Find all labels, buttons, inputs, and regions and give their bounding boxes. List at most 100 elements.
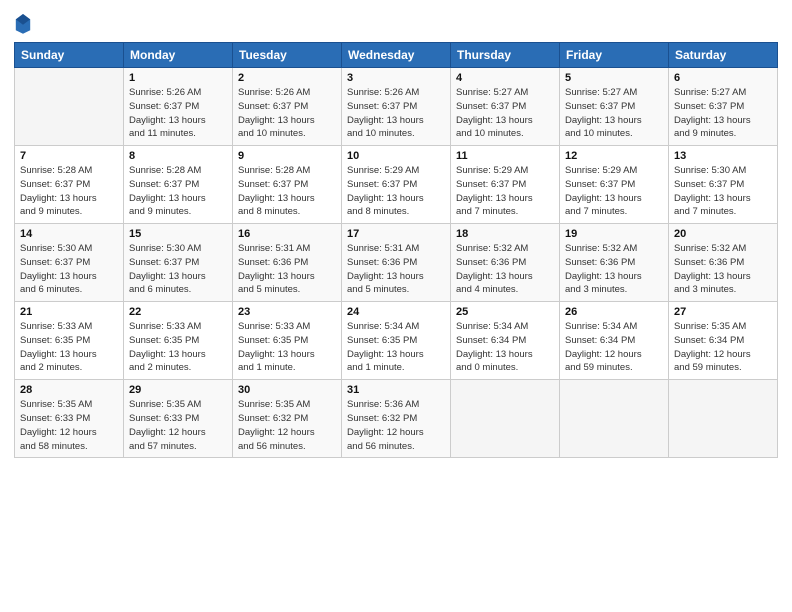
calendar-cell: 3 Sunrise: 5:26 AM Sunset: 6:37 PM Daylig… xyxy=(342,68,451,146)
day-of-week-header: Monday xyxy=(124,43,233,68)
day-number: 23 xyxy=(238,306,336,318)
day-info: Sunrise: 5:30 AM Sunset: 6:37 PM Dayligh… xyxy=(129,242,227,297)
calendar-cell: 21 Sunrise: 5:33 AM Sunset: 6:35 PM Dayli… xyxy=(15,302,124,380)
calendar-cell: 4 Sunrise: 5:27 AM Sunset: 6:37 PM Daylig… xyxy=(451,68,560,146)
calendar-cell: 29 Sunrise: 5:35 AM Sunset: 6:33 PM Dayli… xyxy=(124,380,233,458)
calendar-week-row: 14 Sunrise: 5:30 AM Sunset: 6:37 PM Dayli… xyxy=(15,224,778,302)
day-info: Sunrise: 5:29 AM Sunset: 6:37 PM Dayligh… xyxy=(347,164,445,219)
calendar-header: SundayMondayTuesdayWednesdayThursdayFrid… xyxy=(15,43,778,68)
calendar-cell: 22 Sunrise: 5:33 AM Sunset: 6:35 PM Dayli… xyxy=(124,302,233,380)
calendar-cell: 15 Sunrise: 5:30 AM Sunset: 6:37 PM Dayli… xyxy=(124,224,233,302)
calendar-cell: 13 Sunrise: 5:30 AM Sunset: 6:37 PM Dayli… xyxy=(669,146,778,224)
calendar-cell: 19 Sunrise: 5:32 AM Sunset: 6:36 PM Dayli… xyxy=(560,224,669,302)
day-of-week-header: Tuesday xyxy=(233,43,342,68)
day-info: Sunrise: 5:26 AM Sunset: 6:37 PM Dayligh… xyxy=(129,86,227,141)
day-of-week-header: Thursday xyxy=(451,43,560,68)
calendar-cell: 26Sunrise: 5:34 AM Sunset: 6:34 PM Dayli… xyxy=(560,302,669,380)
day-number: 15 xyxy=(129,228,227,240)
calendar-cell: 17 Sunrise: 5:31 AM Sunset: 6:36 PM Dayli… xyxy=(342,224,451,302)
day-info: Sunrise: 5:30 AM Sunset: 6:37 PM Dayligh… xyxy=(20,242,118,297)
calendar-cell: 24 Sunrise: 5:34 AM Sunset: 6:35 PM Dayli… xyxy=(342,302,451,380)
header xyxy=(14,12,778,34)
day-number: 16 xyxy=(238,228,336,240)
day-number: 25 xyxy=(456,306,554,318)
calendar-cell: 12Sunrise: 5:29 AM Sunset: 6:37 PM Dayli… xyxy=(560,146,669,224)
calendar-cell: 27 Sunrise: 5:35 AM Sunset: 6:34 PM Dayli… xyxy=(669,302,778,380)
calendar-cell: 2Sunrise: 5:26 AM Sunset: 6:37 PM Daylig… xyxy=(233,68,342,146)
calendar-cell: 11 Sunrise: 5:29 AM Sunset: 6:37 PM Dayli… xyxy=(451,146,560,224)
day-info: Sunrise: 5:28 AM Sunset: 6:37 PM Dayligh… xyxy=(20,164,118,219)
day-info: Sunrise: 5:31 AM Sunset: 6:36 PM Dayligh… xyxy=(347,242,445,297)
calendar-week-row: 1 Sunrise: 5:26 AM Sunset: 6:37 PM Daylig… xyxy=(15,68,778,146)
day-info: Sunrise: 5:27 AM Sunset: 6:37 PM Dayligh… xyxy=(565,86,663,141)
day-info: Sunrise: 5:29 AM Sunset: 6:37 PM Dayligh… xyxy=(456,164,554,219)
calendar-cell: 28Sunrise: 5:35 AM Sunset: 6:33 PM Dayli… xyxy=(15,380,124,458)
day-number: 26 xyxy=(565,306,663,318)
day-info: Sunrise: 5:28 AM Sunset: 6:37 PM Dayligh… xyxy=(238,164,336,219)
header-row: SundayMondayTuesdayWednesdayThursdayFrid… xyxy=(15,43,778,68)
day-number: 13 xyxy=(674,150,772,162)
day-info: Sunrise: 5:26 AM Sunset: 6:37 PM Dayligh… xyxy=(238,86,336,141)
calendar-cell: 14 Sunrise: 5:30 AM Sunset: 6:37 PM Dayli… xyxy=(15,224,124,302)
calendar-cell: 20 Sunrise: 5:32 AM Sunset: 6:36 PM Dayli… xyxy=(669,224,778,302)
day-of-week-header: Saturday xyxy=(669,43,778,68)
day-of-week-header: Wednesday xyxy=(342,43,451,68)
calendar-cell: 25 Sunrise: 5:34 AM Sunset: 6:34 PM Dayli… xyxy=(451,302,560,380)
day-number: 8 xyxy=(129,150,227,162)
day-number: 29 xyxy=(129,384,227,396)
calendar-cell: 1 Sunrise: 5:26 AM Sunset: 6:37 PM Daylig… xyxy=(124,68,233,146)
day-info: Sunrise: 5:33 AM Sunset: 6:35 PM Dayligh… xyxy=(129,320,227,375)
day-info: Sunrise: 5:36 AM Sunset: 6:32 PM Dayligh… xyxy=(347,398,445,453)
day-info: Sunrise: 5:27 AM Sunset: 6:37 PM Dayligh… xyxy=(456,86,554,141)
calendar-cell: 16 Sunrise: 5:31 AM Sunset: 6:36 PM Dayli… xyxy=(233,224,342,302)
day-info: Sunrise: 5:31 AM Sunset: 6:36 PM Dayligh… xyxy=(238,242,336,297)
day-number: 20 xyxy=(674,228,772,240)
day-number: 5 xyxy=(565,72,663,84)
day-number: 3 xyxy=(347,72,445,84)
calendar-cell xyxy=(451,380,560,458)
day-info: Sunrise: 5:27 AM Sunset: 6:37 PM Dayligh… xyxy=(674,86,772,141)
day-number: 14 xyxy=(20,228,118,240)
logo xyxy=(14,12,36,34)
day-info: Sunrise: 5:33 AM Sunset: 6:35 PM Dayligh… xyxy=(20,320,118,375)
day-number: 22 xyxy=(129,306,227,318)
day-info: Sunrise: 5:34 AM Sunset: 6:35 PM Dayligh… xyxy=(347,320,445,375)
calendar-week-row: 21 Sunrise: 5:33 AM Sunset: 6:35 PM Dayli… xyxy=(15,302,778,380)
calendar-cell: 31 Sunrise: 5:36 AM Sunset: 6:32 PM Dayli… xyxy=(342,380,451,458)
day-info: Sunrise: 5:29 AM Sunset: 6:37 PM Dayligh… xyxy=(565,164,663,219)
day-number: 19 xyxy=(565,228,663,240)
day-number: 21 xyxy=(20,306,118,318)
calendar-cell xyxy=(669,380,778,458)
day-info: Sunrise: 5:30 AM Sunset: 6:37 PM Dayligh… xyxy=(674,164,772,219)
day-number: 27 xyxy=(674,306,772,318)
calendar-cell xyxy=(15,68,124,146)
day-of-week-header: Friday xyxy=(560,43,669,68)
calendar-cell: 30Sunrise: 5:35 AM Sunset: 6:32 PM Dayli… xyxy=(233,380,342,458)
calendar-cell: 8 Sunrise: 5:28 AM Sunset: 6:37 PM Daylig… xyxy=(124,146,233,224)
day-number: 9 xyxy=(238,150,336,162)
day-number: 17 xyxy=(347,228,445,240)
day-info: Sunrise: 5:34 AM Sunset: 6:34 PM Dayligh… xyxy=(456,320,554,375)
day-number: 24 xyxy=(347,306,445,318)
day-info: Sunrise: 5:32 AM Sunset: 6:36 PM Dayligh… xyxy=(565,242,663,297)
day-info: Sunrise: 5:35 AM Sunset: 6:32 PM Dayligh… xyxy=(238,398,336,453)
calendar-cell: 23 Sunrise: 5:33 AM Sunset: 6:35 PM Dayli… xyxy=(233,302,342,380)
calendar-week-row: 7 Sunrise: 5:28 AM Sunset: 6:37 PM Daylig… xyxy=(15,146,778,224)
day-number: 7 xyxy=(20,150,118,162)
day-info: Sunrise: 5:35 AM Sunset: 6:34 PM Dayligh… xyxy=(674,320,772,375)
calendar-cell: 7 Sunrise: 5:28 AM Sunset: 6:37 PM Daylig… xyxy=(15,146,124,224)
day-number: 1 xyxy=(129,72,227,84)
day-number: 18 xyxy=(456,228,554,240)
day-number: 11 xyxy=(456,150,554,162)
day-number: 10 xyxy=(347,150,445,162)
day-info: Sunrise: 5:26 AM Sunset: 6:37 PM Dayligh… xyxy=(347,86,445,141)
day-info: Sunrise: 5:35 AM Sunset: 6:33 PM Dayligh… xyxy=(20,398,118,453)
day-of-week-header: Sunday xyxy=(15,43,124,68)
day-number: 31 xyxy=(347,384,445,396)
day-info: Sunrise: 5:28 AM Sunset: 6:37 PM Dayligh… xyxy=(129,164,227,219)
day-info: Sunrise: 5:32 AM Sunset: 6:36 PM Dayligh… xyxy=(674,242,772,297)
day-info: Sunrise: 5:33 AM Sunset: 6:35 PM Dayligh… xyxy=(238,320,336,375)
day-info: Sunrise: 5:35 AM Sunset: 6:33 PM Dayligh… xyxy=(129,398,227,453)
calendar-cell: 6Sunrise: 5:27 AM Sunset: 6:37 PM Daylig… xyxy=(669,68,778,146)
day-number: 4 xyxy=(456,72,554,84)
